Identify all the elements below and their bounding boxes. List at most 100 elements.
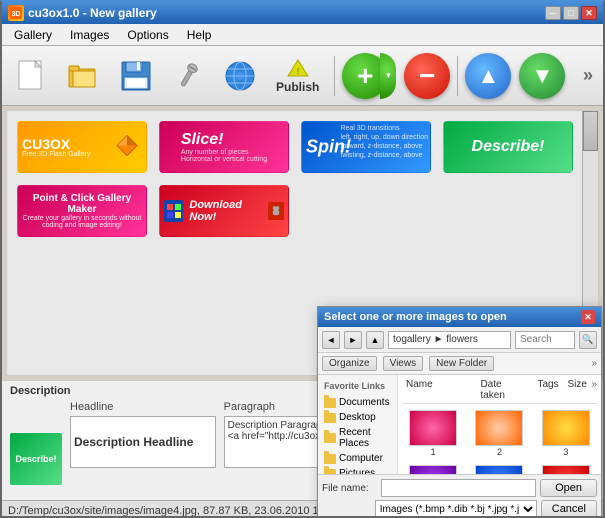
dialog-filename-label: File name: [322,483,377,494]
svg-text:!: ! [297,67,299,76]
dialog-thumbnails: 1 2 3 4 [402,408,597,474]
thumb-image-3 [542,410,590,446]
b2-content: Slice! Any number of piecesHorizontal or… [181,131,267,163]
menu-images[interactable]: Images [62,26,117,44]
dialog-toolbar: ◄ ► ▲ togallery ► flowers 🔍 [318,327,601,353]
banner-spin[interactable]: Spin! Real 3D transitionsleft, right, up… [301,121,431,173]
remove-button[interactable]: − [404,53,450,99]
dialog-filename-input[interactable] [381,479,536,497]
move-down-button[interactable]: ▼ [519,53,565,99]
app-icon: 3D [8,5,24,21]
dialog-title: Select one or more images to open [324,311,507,323]
thumb-image-1 [409,410,457,446]
banner-slice[interactable]: Slice! Any number of piecesHorizontal or… [159,121,289,173]
menu-gallery[interactable]: Gallery [6,26,60,44]
folder-icon [324,413,336,423]
dialog-sidebar-documents[interactable]: Documents [320,395,395,410]
dialog-cancel-button[interactable]: Cancel [541,500,597,518]
thumb-image-4 [409,465,457,474]
headline-input[interactable]: Description Headline [70,416,216,468]
publish-button[interactable]: ! Publish [268,54,327,98]
sidebar-recent-label: Recent Places [339,427,391,449]
menu-options[interactable]: Options [119,26,176,44]
dialog-path-text: togallery ► flowers [393,334,478,345]
banner-download[interactable]: Download Now! [159,185,289,237]
dialog-secondary-bar: Organize Views New Folder » [318,353,601,375]
sidebar-documents-label: Documents [339,397,390,408]
banner-pointclick[interactable]: Point & Click Gallery Maker Create your … [17,185,147,237]
move-up-button[interactable]: ▲ [465,53,511,99]
dialog-sidebar: Favorite Links Documents Desktop Recent … [318,375,398,474]
b4-content: Describe! [444,138,572,156]
dialog-forward-button[interactable]: ► [344,331,362,349]
dialog-search-input[interactable] [515,331,575,349]
folder-icon [324,398,336,408]
b1-cube [112,131,142,164]
dialog-sidebar-recent[interactable]: Recent Places [320,425,395,451]
thumb-label-3: 3 [563,447,568,457]
maximize-button[interactable]: □ [563,6,579,20]
dialog-sidebar-desktop[interactable]: Desktop [320,410,395,425]
banner-cu3ox[interactable]: CU3OX Free 3D Flash Gallery [17,121,147,173]
dialog-thumb-2[interactable]: 2 [468,408,530,459]
menu-help[interactable]: Help [179,26,220,44]
b6-win-logo [164,200,183,222]
dialog-title-bar: Select one or more images to open ✕ [318,307,601,327]
dialog-path: togallery ► flowers [388,331,511,349]
dialog-organize-button[interactable]: Organize [322,356,377,371]
dialog-sidebar-computer[interactable]: Computer [320,451,395,466]
dialog-thumb-4[interactable]: 4 [402,463,464,474]
b6-apple-logo [268,202,284,220]
dialog-thumb-1[interactable]: 1 [402,408,464,459]
dialog-up-button[interactable]: ▲ [366,331,384,349]
dialog-open-button[interactable]: Open [540,479,597,497]
dialog-sidebar-pictures[interactable]: Pictures [320,466,395,474]
dialog-col-date[interactable]: Date taken [476,379,531,401]
web-button[interactable] [216,52,264,100]
dialog-col-tags[interactable]: Tags [533,379,561,401]
new-button[interactable] [8,52,56,100]
dialog-footer: File name: Open Images (*.bmp *.dib *.bj… [318,474,601,518]
dialog-col-size[interactable]: Size [563,379,589,401]
close-button[interactable]: ✕ [581,6,597,20]
dialog-column-headers: Name Date taken Tags Size » [402,379,597,404]
toolbar-more-button[interactable]: » [579,65,597,86]
dialog-thumb-6[interactable]: 6 [535,463,597,474]
minimize-button[interactable]: ─ [545,6,561,20]
dialog-more-button[interactable]: » [591,358,597,369]
dialog-thumb-3[interactable]: 3 [535,408,597,459]
desc-thumbnail: Describe! [10,433,62,485]
b5-content: Point & Click Gallery Maker Create your … [22,193,142,229]
add-button-group: + ▼ [342,53,396,99]
svg-text:3D: 3D [12,11,21,18]
dialog-views-button[interactable]: Views [383,356,424,371]
gallery-items: CU3OX Free 3D Flash Gallery Slice [7,111,598,247]
status-filepath: D:/Temp/cu3ox/site/images/image4.jpg, 87… [8,505,355,517]
dialog-thumb-5[interactable]: 5 [468,463,530,474]
sidebar-desktop-label: Desktop [339,412,376,423]
desc-thumb-text: Describe! [15,454,56,464]
dialog-back-button[interactable]: ◄ [322,331,340,349]
banner-describe[interactable]: Describe! [443,121,573,173]
settings-button[interactable] [164,52,212,100]
dialog-new-folder-button[interactable]: New Folder [429,356,494,371]
dialog-col-name[interactable]: Name [402,379,474,401]
dialog-content: Name Date taken Tags Size » 1 [398,375,601,474]
dialog-body: Favorite Links Documents Desktop Recent … [318,375,601,474]
sidebar-computer-label: Computer [339,453,383,464]
window-title: cu3ox1.0 - New gallery [28,6,157,20]
save-button[interactable] [112,52,160,100]
b3-sub: Real 3D transitionsleft, right, up, down… [340,124,428,160]
window-controls: ─ □ ✕ [545,6,597,20]
b6-text: Download Now! [189,199,262,223]
folder-icon [324,433,336,443]
dialog-col-more[interactable]: » [591,379,597,401]
dialog-filetype-select[interactable]: Images (*.bmp *.dib *.bj *.jpg *.j [375,500,537,518]
open-button[interactable] [60,52,108,100]
add-dropdown[interactable]: ▼ [380,53,396,99]
dialog-close-button[interactable]: ✕ [581,310,595,324]
thumb-label-1: 1 [431,447,436,457]
thumb-image-6 [542,465,590,474]
dialog-search-button[interactable]: 🔍 [579,331,597,349]
scrollbar-thumb[interactable] [583,111,598,151]
